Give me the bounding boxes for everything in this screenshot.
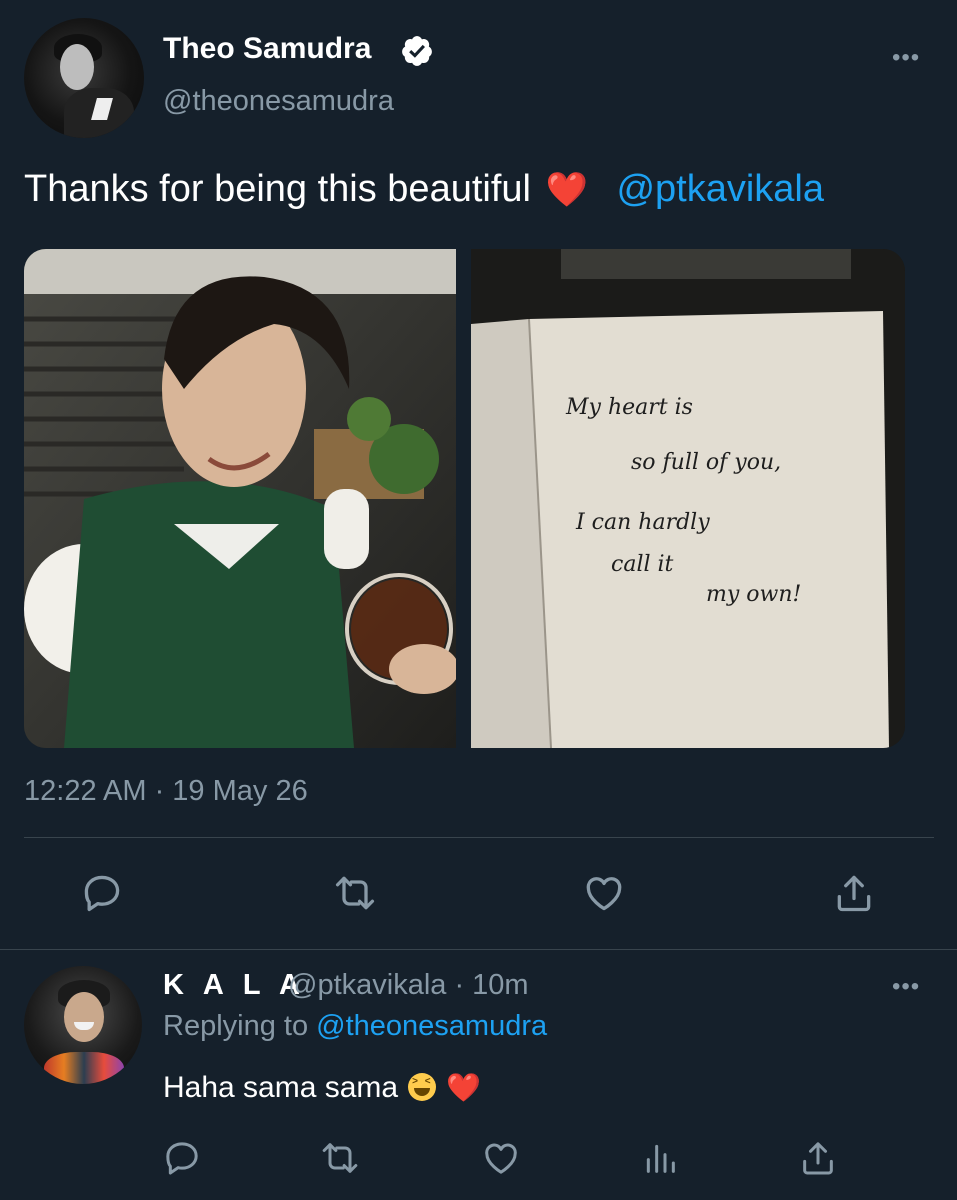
grinning-squinting-emoji-icon xyxy=(408,1073,437,1101)
author-name[interactable]: Theo Samudra xyxy=(163,32,371,66)
reply-like-icon[interactable] xyxy=(481,1138,521,1178)
divider xyxy=(24,837,934,838)
card-line-3: I can hardly xyxy=(575,510,710,535)
mention-link[interactable]: @ptkavikala xyxy=(616,168,824,210)
reply-reply-icon[interactable] xyxy=(162,1138,202,1178)
more-options-icon[interactable]: ••• xyxy=(892,44,920,72)
reply-author-handle[interactable]: @ptkavikala · 10m xyxy=(288,969,529,1002)
replying-to: Replying to @theonesamudra xyxy=(163,1010,547,1043)
card-image: My heart is so full of you, I can hardly… xyxy=(471,249,905,748)
tweet-photo-card[interactable]: My heart is so full of you, I can hardly… xyxy=(471,249,905,748)
tweet-text: Thanks for being this beautiful ❤️ @ptka… xyxy=(24,168,824,211)
reply-text: Haha sama sama ❤️ xyxy=(163,1071,481,1105)
tweet-photo-selfie[interactable] xyxy=(24,249,456,748)
heart-emoji: ❤️ xyxy=(446,1072,481,1103)
share-icon[interactable] xyxy=(832,871,876,915)
reply-share-icon[interactable] xyxy=(798,1138,838,1178)
author-avatar[interactable] xyxy=(24,18,144,138)
verified-badge-icon xyxy=(402,36,432,66)
avatar-shirt xyxy=(44,1052,124,1084)
card-line-5: my own! xyxy=(706,582,801,607)
card-line-1: My heart is xyxy=(565,395,693,420)
reply-more-options-icon[interactable]: ••• xyxy=(892,973,920,1001)
replying-to-mention[interactable]: @theonesamudra xyxy=(316,1010,547,1042)
reply-retweet-icon[interactable] xyxy=(320,1138,360,1178)
selfie-image xyxy=(24,249,456,748)
analytics-icon[interactable] xyxy=(640,1138,680,1178)
tweet-timestamp[interactable]: 12:22 AM · 19 May 26 xyxy=(24,775,308,808)
card-line-2: so full of you, xyxy=(631,450,781,475)
card-line-4: call it xyxy=(611,552,674,577)
reply-author-name[interactable]: K A L A xyxy=(163,969,306,1002)
avatar-face xyxy=(60,44,94,90)
heart-emoji: ❤️ xyxy=(545,171,588,209)
section-divider xyxy=(0,949,957,950)
avatar-face xyxy=(64,992,104,1042)
retweet-icon[interactable] xyxy=(333,871,377,915)
tweet-body: Thanks for being this beautiful xyxy=(24,168,531,210)
reply-icon[interactable] xyxy=(80,871,124,915)
reply-body: Haha sama sama xyxy=(163,1071,399,1104)
reply-author-avatar[interactable] xyxy=(24,966,142,1084)
like-icon[interactable] xyxy=(582,871,626,915)
author-handle[interactable]: @theonesamudra xyxy=(163,85,394,118)
replying-prefix: Replying to xyxy=(163,1010,317,1042)
